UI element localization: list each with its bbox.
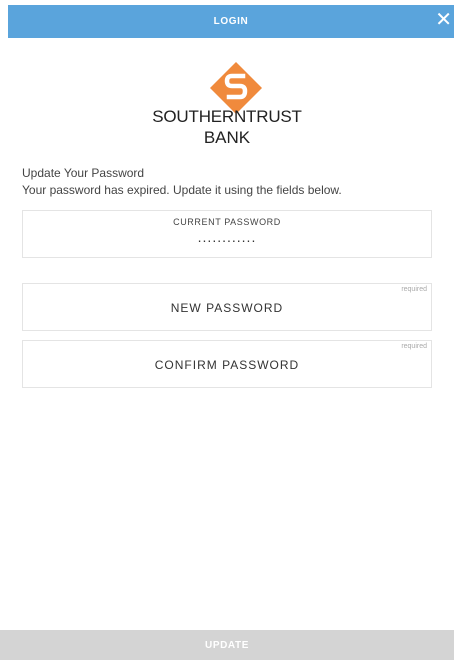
bank-name-line1: SOUTHERNTRUST xyxy=(152,107,302,126)
new-password-field[interactable]: required NEW PASSWORD xyxy=(22,283,432,331)
bank-name: SOUTHERNTRUST BANK xyxy=(0,107,454,148)
header-bar: LOGIN ✕ xyxy=(8,5,454,38)
new-password-required: required xyxy=(401,286,427,293)
update-password-description: Your password has expired. Update it usi… xyxy=(22,183,342,197)
confirm-password-placeholder: CONFIRM PASSWORD xyxy=(154,358,300,372)
new-password-placeholder: NEW PASSWORD xyxy=(170,301,284,315)
bank-name-line2: BANK xyxy=(203,128,251,147)
current-password-field[interactable]: CURRENT PASSWORD ............ xyxy=(22,210,432,258)
current-password-label: CURRENT PASSWORD xyxy=(173,217,281,227)
confirm-password-required: required xyxy=(401,343,427,350)
close-icon[interactable]: ✕ xyxy=(435,9,452,31)
update-button-label: UPDATE xyxy=(205,639,249,651)
header-title: LOGIN xyxy=(213,16,249,27)
update-password-heading: Update Your Password xyxy=(22,166,145,180)
update-button[interactable]: UPDATE xyxy=(0,630,454,660)
current-password-value: ............ xyxy=(197,229,257,245)
confirm-password-field[interactable]: required CONFIRM PASSWORD xyxy=(22,340,432,388)
